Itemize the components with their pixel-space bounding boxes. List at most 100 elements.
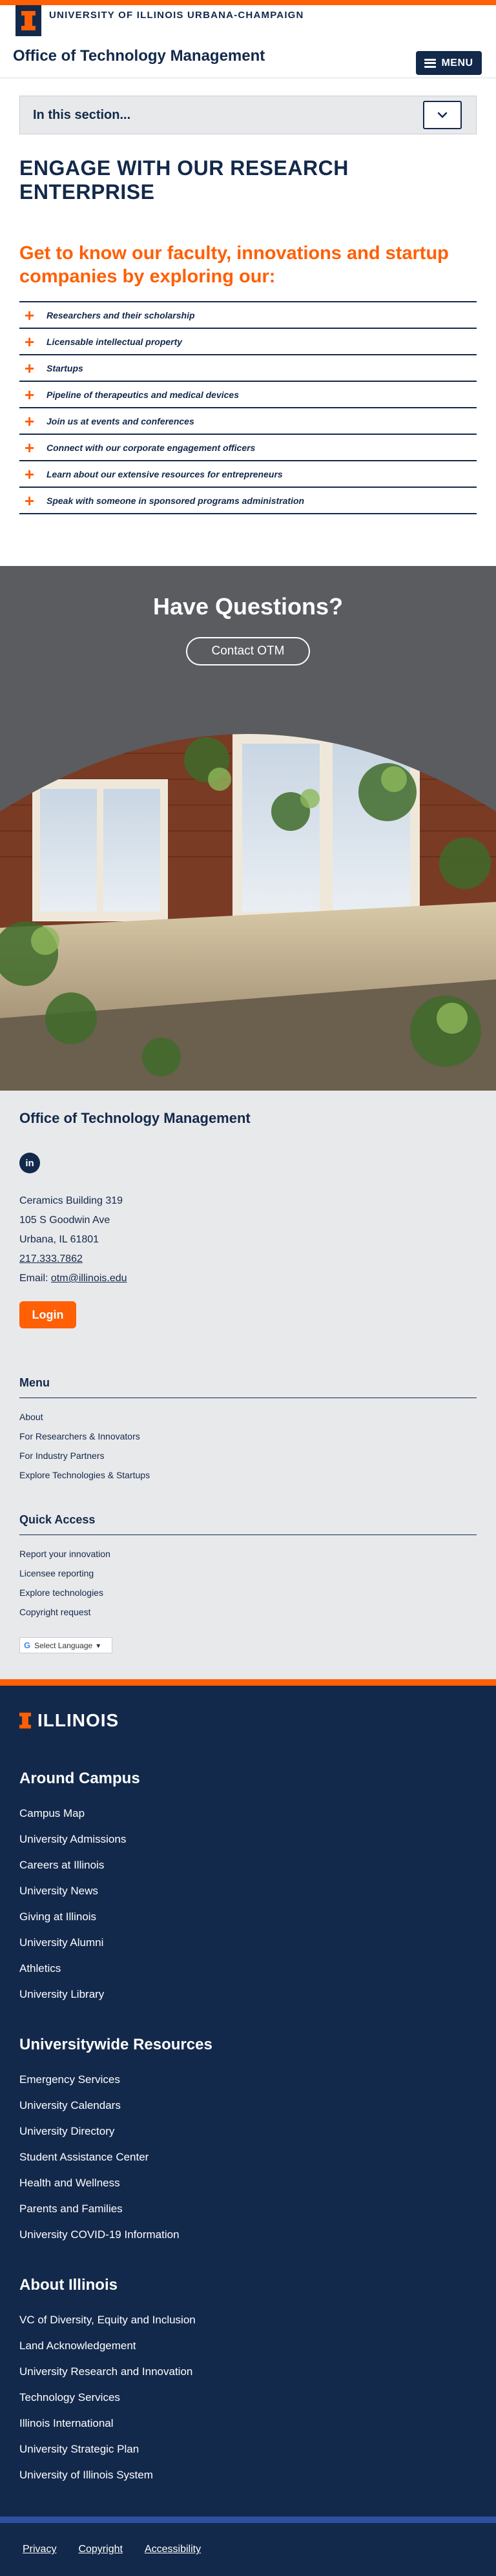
resources-link[interactable]: Parents and Families: [19, 2196, 477, 2222]
about-link[interactable]: Land Acknowledgement: [19, 2333, 477, 2359]
google-icon: G: [24, 1640, 31, 1651]
quick-link-report[interactable]: Report your innovation: [19, 1544, 477, 1564]
address-line: Ceramics Building 319: [19, 1195, 123, 1207]
phone-link[interactable]: 217.333.7862: [19, 1253, 83, 1264]
about-link[interactable]: Technology Services: [19, 2385, 477, 2411]
resources-link[interactable]: University Calendars: [19, 2093, 477, 2119]
resources-link[interactable]: Emergency Services: [19, 2067, 477, 2093]
accordion-item[interactable]: + Connect with our corporate engagement o…: [19, 435, 477, 462]
section-navigation[interactable]: In this section...: [19, 96, 477, 134]
campus-link[interactable]: University Alumni: [19, 1930, 477, 1956]
university-name[interactable]: UNIVERSITY OF ILLINOIS URBANA-CHAMPAIGN: [49, 10, 304, 21]
footer-menu-heading: Menu: [19, 1376, 477, 1399]
footer-menu-links: About For Researchers & Innovators For I…: [19, 1407, 477, 1485]
about-link[interactable]: VC of Diversity, Equity and Inclusion: [19, 2307, 477, 2333]
quick-link-technologies[interactable]: Explore technologies: [19, 1583, 477, 1602]
campus-link[interactable]: University Admissions: [19, 1827, 477, 1852]
quick-link-licensee[interactable]: Licensee reporting: [19, 1564, 477, 1583]
menu-button-label: MENU: [441, 57, 473, 68]
site-footer: Office of Technology Management in Ceram…: [0, 1091, 496, 1680]
campus-link[interactable]: University Library: [19, 1982, 477, 2007]
campus-section-heading: Around Campus: [19, 1770, 140, 1788]
language-select[interactable]: G Select Language ▾: [19, 1637, 112, 1654]
campus-footer: ILLINOIS Around Campus Campus Map Univer…: [0, 1679, 496, 2576]
resources-link[interactable]: Student Assistance Center: [19, 2144, 477, 2170]
accordion-item[interactable]: + Startups: [19, 355, 477, 382]
plus-icon: +: [25, 384, 35, 404]
page-heading: ENGAGE WITH OUR RESEARCH ENTERPRISE: [19, 156, 349, 204]
explore-list: + Researchers and their scholarship + Lice…: [19, 301, 477, 515]
block-i-logo[interactable]: [16, 5, 41, 36]
hamburger-icon: [424, 58, 437, 68]
resources-link[interactable]: University COVID-19 Information: [19, 2222, 477, 2248]
accordion-item[interactable]: + Researchers and their scholarship: [19, 302, 477, 330]
about-section-heading: About Illinois: [19, 2276, 118, 2294]
accordion-item[interactable]: + Speak with someone in sponsored program…: [19, 488, 477, 515]
block-i-icon: [19, 1712, 31, 1729]
illinois-logo[interactable]: ILLINOIS: [19, 1710, 477, 1731]
email-link[interactable]: otm@illinois.edu: [51, 1273, 127, 1284]
section-nav-toggle[interactable]: [423, 101, 462, 129]
footer-link-explore[interactable]: Explore Technologies & Startups: [19, 1465, 477, 1485]
accordion-label: Licensable intellectual property: [46, 336, 183, 347]
privacy-link[interactable]: Privacy: [23, 2544, 56, 2555]
accordion-item[interactable]: + Learn about our extensive resources for…: [19, 461, 477, 488]
site-title[interactable]: Office of Technology Management: [13, 47, 265, 65]
login-button[interactable]: Login: [19, 1301, 76, 1329]
quick-access-links: Report your innovation Licensee reportin…: [19, 1544, 477, 1622]
brand-stripe: [0, 0, 496, 5]
campus-link[interactable]: Giving at Illinois: [19, 1904, 477, 1930]
plus-icon: +: [25, 358, 35, 378]
footer-title[interactable]: Office of Technology Management: [19, 1110, 477, 1127]
accordion-item[interactable]: + Licensable intellectual property: [19, 329, 477, 356]
accordion-label: Join us at events and conferences: [46, 415, 194, 426]
questions-banner: Have Questions? Contact OTM: [0, 566, 496, 1091]
about-links: VC of Diversity, Equity and Inclusion La…: [19, 2307, 477, 2488]
illinois-wordmark: ILLINOIS: [37, 1710, 119, 1731]
menu-button[interactable]: MENU: [416, 51, 482, 75]
campus-link[interactable]: Athletics: [19, 1956, 477, 1982]
footer-link-researchers[interactable]: For Researchers & Innovators: [19, 1427, 477, 1446]
accordion-item[interactable]: + Pipeline of therapeutics and medical de…: [19, 382, 477, 409]
accordion-label: Learn about our extensive resources for …: [46, 468, 283, 479]
plus-icon: +: [25, 305, 35, 325]
accordion-item[interactable]: + Join us at events and conferences: [19, 408, 477, 435]
accordion-label: Connect with our corporate engagement of…: [46, 442, 256, 453]
resources-link[interactable]: Health and Wellness: [19, 2170, 477, 2196]
footer-link-about[interactable]: About: [19, 1407, 477, 1427]
linkedin-icon[interactable]: in: [19, 1153, 40, 1174]
address-line: 105 S Goodwin Ave: [19, 1215, 110, 1226]
site-header: Office of Technology Management MENU: [0, 33, 496, 78]
plus-icon: +: [25, 437, 35, 457]
accessibility-link[interactable]: Accessibility: [145, 2544, 201, 2555]
language-select-label: Select Language: [34, 1640, 93, 1650]
chevron-down-icon: [437, 112, 448, 118]
about-link[interactable]: University Strategic Plan: [19, 2436, 477, 2462]
contact-otm-button[interactable]: Contact OTM: [186, 637, 310, 666]
resources-section-heading: Universitywide Resources: [19, 2036, 212, 2054]
email-label: Email:: [19, 1273, 51, 1284]
address-line: Urbana, IL 61801: [19, 1234, 99, 1246]
address-block: Ceramics Building 319 105 S Goodwin Ave …: [19, 1191, 477, 1288]
plus-icon: +: [25, 464, 35, 484]
campus-link[interactable]: Careers at Illinois: [19, 1852, 477, 1878]
accordion-label: Pipeline of therapeutics and medical dev…: [46, 389, 239, 400]
questions-title: Have Questions?: [152, 593, 344, 620]
resources-link[interactable]: University Directory: [19, 2119, 477, 2144]
plus-icon: +: [25, 331, 35, 351]
intro-text: Get to know our faculty, innovations and…: [19, 242, 449, 287]
about-link[interactable]: Illinois International: [19, 2411, 477, 2436]
resources-links: Emergency Services University Calendars …: [19, 2067, 477, 2248]
footer-divider-band: [0, 2517, 496, 2524]
plus-icon: +: [25, 411, 35, 431]
quick-link-copyright[interactable]: Copyright request: [19, 1602, 477, 1622]
campus-link[interactable]: University News: [19, 1878, 477, 1904]
about-link[interactable]: University of Illinois System: [19, 2462, 477, 2488]
campus-links: Campus Map University Admissions Careers…: [19, 1801, 477, 2007]
block-i-icon: [21, 11, 36, 30]
about-link[interactable]: University Research and Innovation: [19, 2359, 477, 2385]
footer-link-industry[interactable]: For Industry Partners: [19, 1446, 477, 1465]
university-bar: UNIVERSITY OF ILLINOIS URBANA-CHAMPAIGN: [0, 5, 496, 36]
copyright-link[interactable]: Copyright: [78, 2544, 122, 2555]
campus-link[interactable]: Campus Map: [19, 1801, 477, 1827]
